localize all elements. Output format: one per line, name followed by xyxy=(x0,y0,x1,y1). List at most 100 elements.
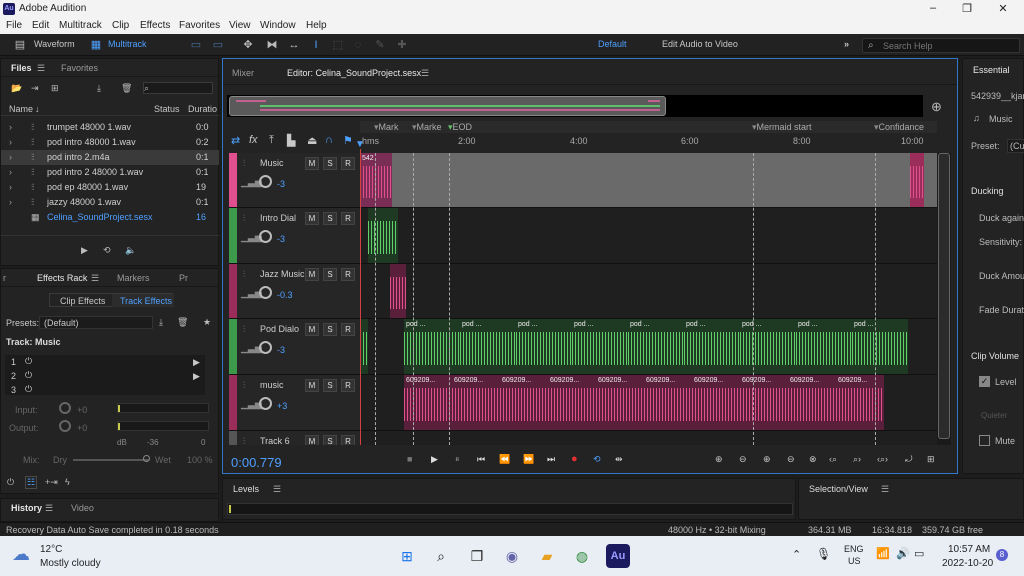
audio-clip[interactable] xyxy=(360,319,368,374)
record-icon[interactable]: ● xyxy=(571,453,578,465)
close-button[interactable]: ✕ xyxy=(988,2,1018,15)
track-volume[interactable]: -3 xyxy=(277,179,285,189)
marker[interactable]: ▾Confidance xyxy=(874,122,924,133)
lang-eng[interactable]: ENG xyxy=(844,544,864,554)
file-row[interactable]: › ⫶⫶ pod ep 48000 1.wav 19 xyxy=(1,180,219,195)
track-name[interactable]: Music xyxy=(260,158,284,168)
slip-tool-icon[interactable]: ↔ xyxy=(288,39,300,51)
weather-temp[interactable]: 12°C xyxy=(40,544,62,555)
zoom-out-time-icon[interactable]: ⊖ xyxy=(787,454,795,465)
delete-preset-icon[interactable]: 🗑 xyxy=(177,317,188,328)
menu-help[interactable]: Help xyxy=(306,20,327,31)
track-volume[interactable]: -3 xyxy=(277,234,285,244)
timeline-ruler[interactable]: ▾Mark ▾Marke ▾EOD ▾Mermaid start ▾Confid… xyxy=(360,121,937,149)
audio-clip[interactable]: 609209... xyxy=(740,375,788,430)
expand-icon[interactable]: › xyxy=(9,122,12,132)
weather-desc[interactable]: Mostly cloudy xyxy=(40,558,101,569)
mute-button[interactable]: M xyxy=(305,212,319,225)
eq-icon[interactable]: ▙ xyxy=(287,134,295,147)
spectral-view-icon[interactable]: ▭ xyxy=(190,39,202,51)
import-icon[interactable]: ⇥ xyxy=(31,83,39,94)
col-duration[interactable]: Duratio xyxy=(188,104,217,114)
fx-icon[interactable]: fx xyxy=(249,134,258,146)
workspace-edit-audio-to-video[interactable]: Edit Audio to Video xyxy=(662,39,738,49)
zoom-out-amplitude-icon[interactable]: ⊖ xyxy=(739,454,747,465)
file-row[interactable]: ▦ Celina_SoundProject.sesx 16 xyxy=(1,210,219,225)
audio-clip[interactable]: pod ... xyxy=(684,319,740,374)
track-name[interactable]: music xyxy=(260,380,284,390)
track-lane[interactable] xyxy=(360,431,937,445)
zoom-selection-icon[interactable]: ‹⌕› xyxy=(877,454,888,465)
col-name[interactable]: Name xyxy=(9,104,33,114)
power-icon[interactable]: ⏻ xyxy=(25,384,32,395)
save-preset-icon[interactable]: ⤓ xyxy=(159,317,163,328)
mute-button[interactable]: M xyxy=(305,435,319,445)
loop-preview-icon[interactable]: ⟲ xyxy=(103,245,111,256)
trash-icon[interactable]: 🗑 xyxy=(121,83,132,94)
brush-tool-icon[interactable]: ✎ xyxy=(374,39,386,51)
file-row[interactable]: › ⫶⫶ pod intro 2 48000 1.wav 0:1 xyxy=(1,165,219,180)
record-arm-button[interactable]: R xyxy=(341,268,355,281)
expand-icon[interactable]: › xyxy=(9,197,12,207)
solo-button[interactable]: S xyxy=(323,157,337,170)
tab-history[interactable]: History xyxy=(11,503,42,513)
input-knob[interactable] xyxy=(59,402,71,414)
audio-clip[interactable]: 609209... xyxy=(404,375,452,430)
marker[interactable]: ▾Mermaid start xyxy=(752,122,812,133)
insert-icon[interactable]: ⤓ xyxy=(97,83,101,94)
presets-dropdown[interactable]: (Default) xyxy=(39,316,153,329)
audio-clip[interactable]: 609209... xyxy=(692,375,740,430)
tab-files[interactable]: Files xyxy=(11,63,32,73)
solo-button[interactable]: S xyxy=(323,212,337,225)
solo-button[interactable]: S xyxy=(323,268,337,281)
mix-slider-handle[interactable] xyxy=(143,455,150,462)
panel-menu-icon[interactable]: ☰ xyxy=(421,68,429,79)
menu-clip[interactable]: Clip xyxy=(112,20,129,31)
audio-clip[interactable]: 542 xyxy=(360,153,392,207)
tab-r[interactable]: r xyxy=(3,273,6,283)
music-type-label[interactable]: Music xyxy=(989,114,1013,124)
healing-tool-icon[interactable]: ✚ xyxy=(396,39,408,51)
move-tool-icon[interactable]: ✥ xyxy=(242,39,254,51)
marker[interactable]: ▾EOD xyxy=(448,122,472,133)
tab-properties[interactable]: Pr xyxy=(179,273,188,283)
task-view-icon[interactable]: ❐ xyxy=(465,544,489,568)
open-file-icon[interactable]: 📂 xyxy=(11,83,22,94)
go-to-end-icon[interactable]: ⏭ xyxy=(547,454,555,465)
tab-editor[interactable]: Editor: Celina_SoundProject.sesx xyxy=(287,68,421,78)
menu-file[interactable]: File xyxy=(6,20,22,31)
clip-effects-tab[interactable]: Clip Effects xyxy=(60,296,105,306)
record-arm-button[interactable]: R xyxy=(341,323,355,336)
tab-essential[interactable]: Essential xyxy=(973,65,1010,75)
menu-window[interactable]: Window xyxy=(260,20,296,31)
wifi-icon[interactable]: 📶 xyxy=(876,547,890,560)
audio-clip[interactable]: 609209... xyxy=(644,375,692,430)
minimize-button[interactable]: – xyxy=(918,2,948,14)
output-knob[interactable] xyxy=(59,420,71,432)
audio-clip[interactable]: pod ... xyxy=(516,319,572,374)
pitch-view-icon[interactable]: ▭ xyxy=(212,39,224,51)
audio-clip[interactable]: pod ... xyxy=(796,319,852,374)
panel-menu-icon[interactable]: ☰ xyxy=(273,484,281,495)
scrollbar-thumb[interactable] xyxy=(938,153,950,439)
zoom-in-point-out-icon[interactable]: ⌕› xyxy=(853,454,861,465)
mute-button[interactable]: M xyxy=(305,268,319,281)
multitrack-button[interactable]: Multitrack xyxy=(108,39,147,49)
file-row[interactable]: › ⫶⫶ pod intro 2.m4a 0:1 xyxy=(1,150,219,165)
stop-icon[interactable]: ■ xyxy=(407,454,412,464)
track-lane[interactable] xyxy=(360,208,937,263)
loop-playback-icon[interactable]: ⟲ xyxy=(593,454,601,465)
ducking-section[interactable]: Ducking xyxy=(971,186,1004,196)
audio-clip[interactable]: 609209... xyxy=(548,375,596,430)
expand-icon[interactable]: › xyxy=(9,182,12,192)
audio-clip[interactable] xyxy=(910,153,924,207)
volume-knob[interactable] xyxy=(259,175,272,188)
expand-icon[interactable]: › xyxy=(9,152,12,162)
zoom-crosshair-icon[interactable]: ⊕ xyxy=(931,99,942,115)
audio-clip[interactable]: 609209... xyxy=(500,375,548,430)
pause-icon[interactable]: ⏸ xyxy=(455,454,460,465)
time-selection-tool-icon[interactable]: I xyxy=(310,39,322,51)
tab-mixer[interactable]: Mixer xyxy=(232,68,254,78)
volume-knob[interactable] xyxy=(259,341,272,354)
expand-icon[interactable]: › xyxy=(9,167,12,177)
